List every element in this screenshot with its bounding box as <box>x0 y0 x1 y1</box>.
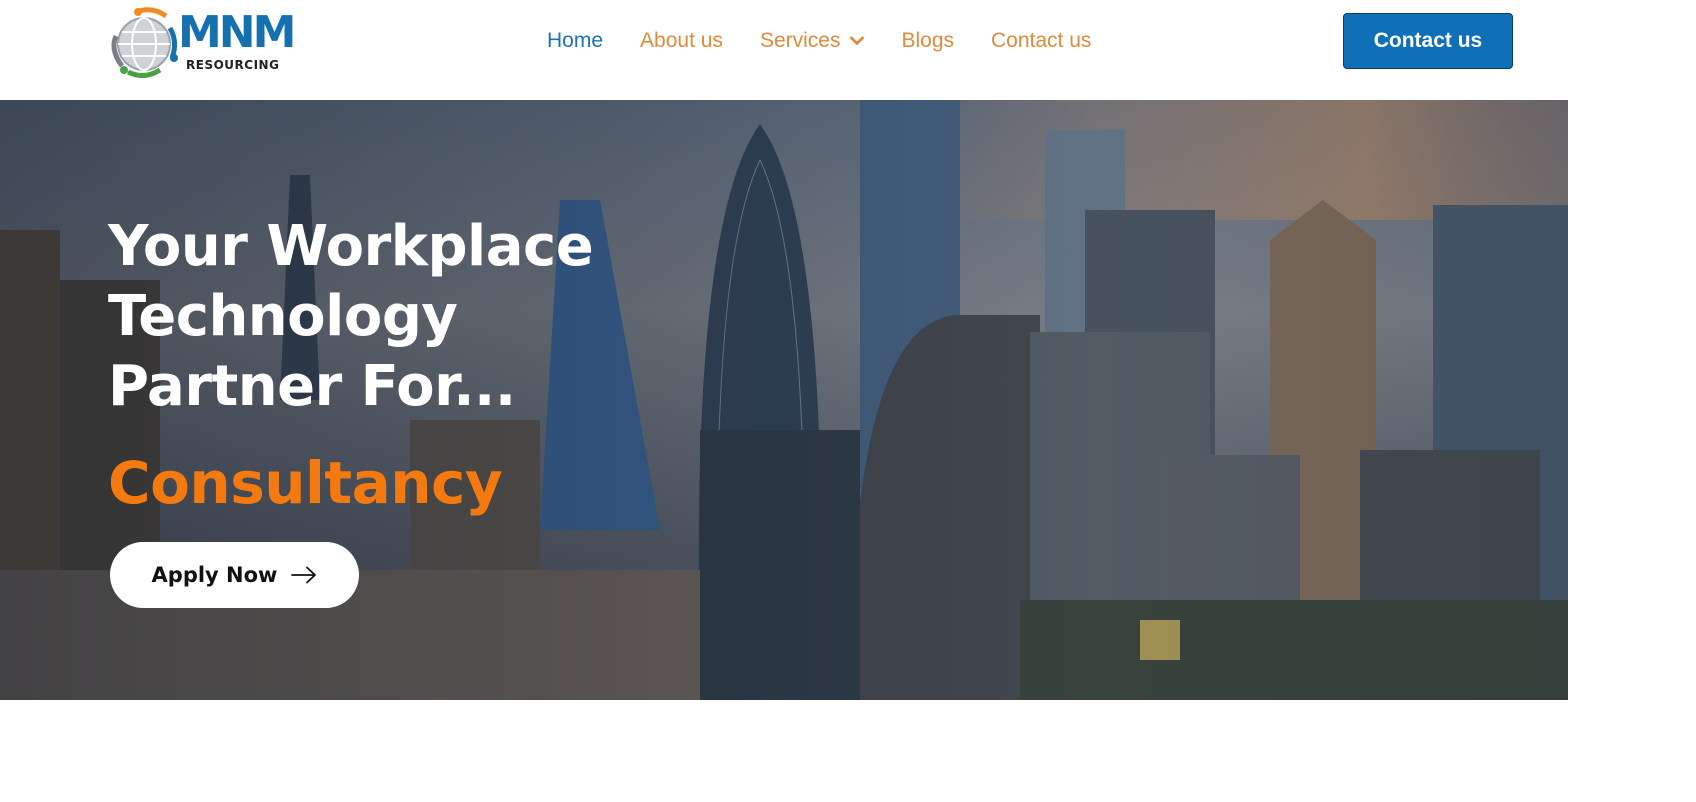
site-header: MNM RESOURCING Home About us Services Bl… <box>0 0 1568 100</box>
hero-rotating-word: Consultancy <box>108 449 503 517</box>
hero-title-line-3: Partner For... <box>108 354 516 419</box>
globe-logo-icon <box>111 7 178 78</box>
nav-services-label: Services <box>759 29 841 52</box>
hero-title: Your Workplace Technology Partner For... <box>108 212 668 422</box>
nav-about[interactable]: About us <box>640 28 723 54</box>
hero-title-line-1: Your Workplace <box>108 214 594 279</box>
apply-now-label: Apply Now <box>151 563 278 587</box>
logo-subtitle: RESOURCING <box>186 58 280 72</box>
site-logo[interactable]: MNM RESOURCING <box>108 6 296 78</box>
logo-wordmark: MNM <box>178 7 296 58</box>
hero-title-line-2: Technology <box>108 284 458 349</box>
nav-home[interactable]: Home <box>547 28 603 54</box>
nav-blogs[interactable]: Blogs <box>901 28 954 54</box>
nav-contact[interactable]: Contact us <box>991 28 1091 54</box>
main-nav: Home About us Services Blogs Contact us <box>547 28 1128 54</box>
apply-now-button[interactable]: Apply Now <box>110 542 359 608</box>
hero-banner: Your Workplace Technology Partner For...… <box>0 100 1568 700</box>
arrow-right-icon <box>291 566 317 584</box>
nav-services[interactable]: Services <box>760 28 865 54</box>
contact-us-button[interactable]: Contact us <box>1343 13 1513 69</box>
chevron-down-icon <box>850 36 865 45</box>
